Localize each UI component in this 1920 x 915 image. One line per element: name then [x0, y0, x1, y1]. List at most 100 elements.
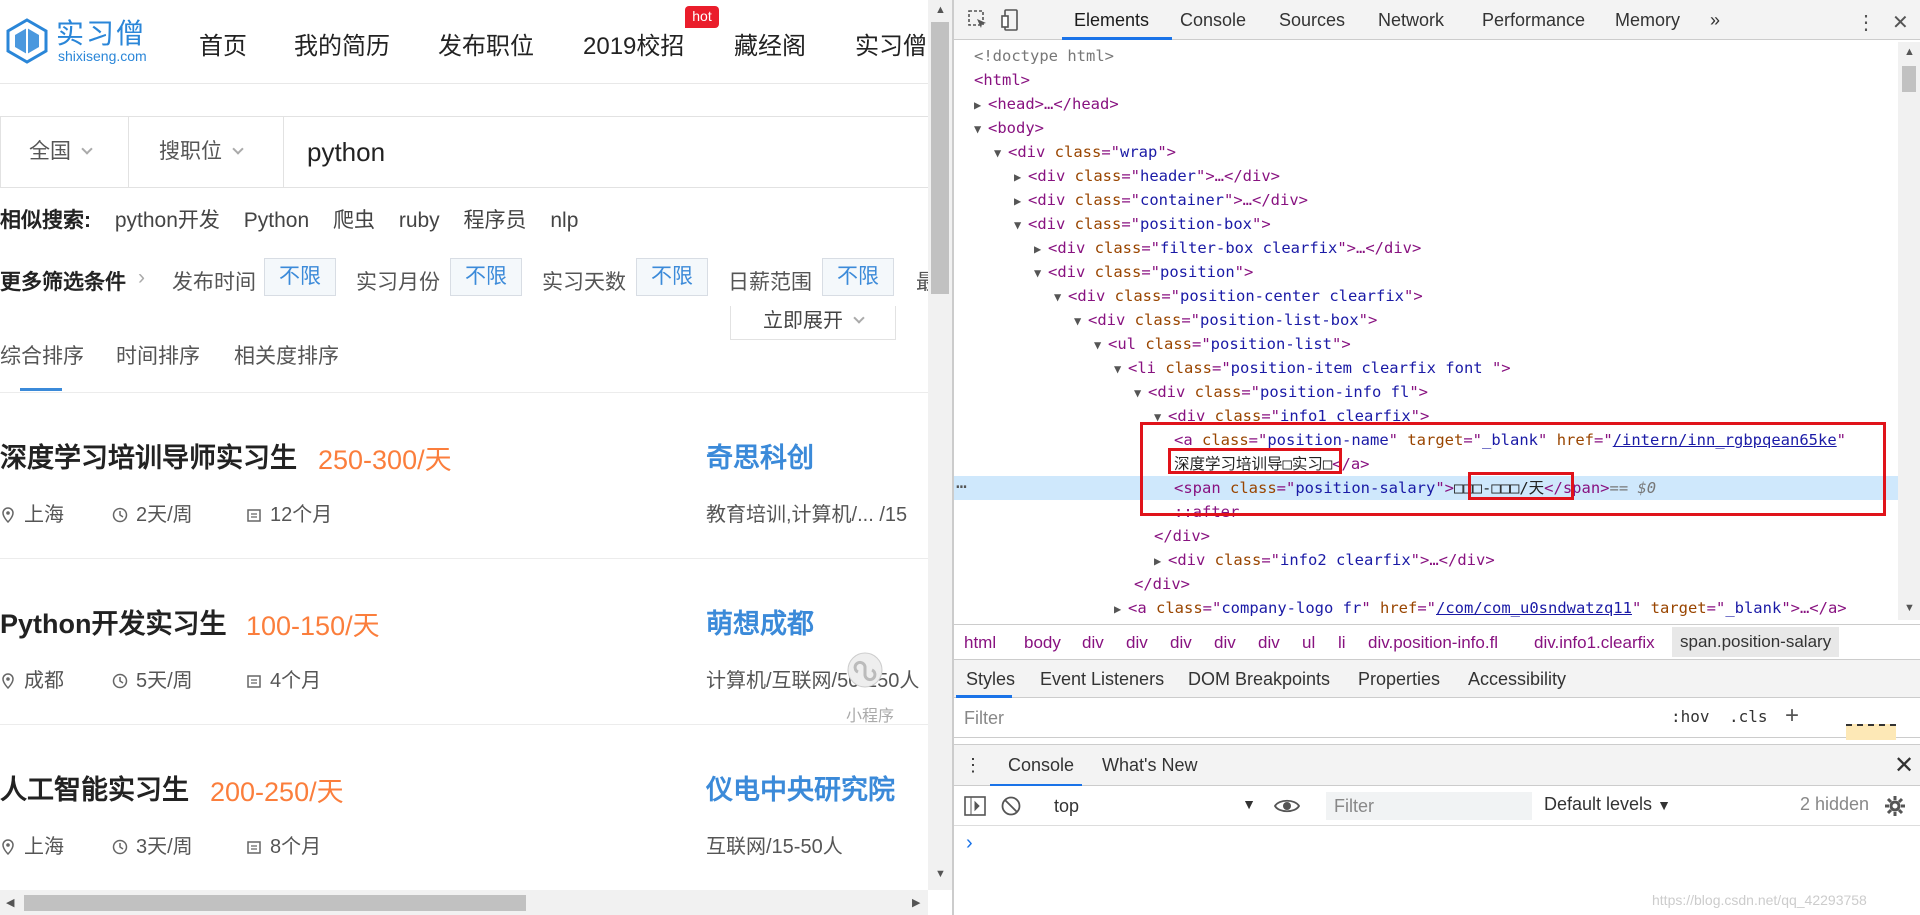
- kebab-menu-icon[interactable]: ⋮: [1856, 10, 1876, 35]
- console-filter-input[interactable]: Filter: [1326, 792, 1532, 820]
- vertical-scrollbar[interactable]: ▲ ▼: [928, 0, 952, 890]
- dom-line[interactable]: ▶ <div class="container">…</div>: [954, 188, 1898, 212]
- device-toolbar-icon[interactable]: [1000, 8, 1024, 32]
- href-link[interactable]: /com/com_u0sndwatzq11: [1436, 599, 1632, 617]
- breadcrumb-item[interactable]: li: [1338, 633, 1346, 653]
- logo-text[interactable]: 实习僧: [56, 12, 146, 52]
- scroll-down-icon[interactable]: ▼: [1904, 602, 1915, 614]
- similar-item[interactable]: 程序员: [464, 209, 527, 232]
- expand-arrow-icon[interactable]: ▶: [1154, 549, 1168, 573]
- expand-arrow-icon[interactable]: ▶: [1034, 237, 1048, 261]
- tab-properties[interactable]: Properties: [1358, 669, 1440, 690]
- type-select[interactable]: 搜职位: [159, 117, 244, 187]
- collapse-arrow-icon[interactable]: ▼: [1034, 261, 1048, 285]
- collapse-arrow-icon[interactable]: ▼: [1054, 285, 1068, 309]
- dom-scrollbar[interactable]: ▲ ▼: [1898, 42, 1920, 620]
- job-card[interactable]: Python开发实习生 100-150/天 萌想成都 成都 5天/周 4个月 计…: [0, 568, 928, 734]
- sidebar-toggle-icon[interactable]: [964, 796, 986, 816]
- tab-console[interactable]: Console: [1180, 10, 1246, 31]
- breadcrumb-item[interactable]: div: [1214, 633, 1236, 653]
- dom-line[interactable]: <html>: [954, 68, 1898, 92]
- hov-toggle[interactable]: :hov: [1671, 707, 1710, 726]
- sort-tab[interactable]: 综合排序: [0, 340, 84, 370]
- scroll-right-icon[interactable]: ▶: [912, 896, 920, 909]
- job-title[interactable]: Python开发实习生: [0, 602, 227, 641]
- scroll-up-icon[interactable]: ▲: [935, 4, 946, 16]
- nav-home[interactable]: 首页: [199, 26, 247, 61]
- tab-whats-new[interactable]: What's New: [1102, 755, 1197, 776]
- cls-toggle[interactable]: .cls: [1729, 707, 1768, 726]
- breadcrumb-item[interactable]: div.position-info.fl: [1368, 633, 1498, 653]
- filter-value[interactable]: 不限: [264, 258, 336, 296]
- breadcrumb-item[interactable]: body: [1024, 633, 1061, 653]
- breadcrumb-item[interactable]: div: [1126, 633, 1148, 653]
- tab-network[interactable]: Network: [1378, 10, 1444, 31]
- dom-line[interactable]: ▼ <div class="position-center clearfix">: [954, 284, 1898, 308]
- tab-styles[interactable]: Styles: [966, 669, 1015, 690]
- scroll-up-icon[interactable]: ▲: [1904, 46, 1915, 58]
- tab-performance[interactable]: Performance: [1482, 10, 1585, 31]
- more-tabs-icon[interactable]: »: [1710, 10, 1720, 31]
- job-title[interactable]: 深度学习培训导师实习生: [0, 436, 297, 475]
- gear-icon[interactable]: [1884, 795, 1906, 817]
- similar-item[interactable]: 爬虫: [333, 209, 375, 232]
- dom-line[interactable]: ▶ <div class="filter-box clearfix">…</div…: [954, 236, 1898, 260]
- inspect-icon[interactable]: [966, 8, 990, 32]
- scroll-thumb[interactable]: [24, 895, 526, 911]
- collapse-arrow-icon[interactable]: ▼: [1014, 213, 1028, 237]
- search-input[interactable]: python: [307, 117, 385, 187]
- expand-arrow-icon[interactable]: ▶: [1014, 165, 1028, 189]
- similar-item[interactable]: Python: [244, 209, 309, 232]
- collapse-arrow-icon[interactable]: ▼: [1094, 333, 1108, 357]
- log-levels-select[interactable]: Default levels ▼: [1544, 794, 1671, 815]
- styles-filter-input[interactable]: Filter: [964, 708, 1004, 729]
- job-card[interactable]: 深度学习培训导师实习生 250-300/天 奇思科创 上海 2天/周 12个月 …: [0, 402, 928, 568]
- expand-arrow-icon[interactable]: ▶: [1114, 597, 1128, 620]
- scroll-thumb[interactable]: [1902, 66, 1916, 92]
- scroll-down-icon[interactable]: ▼: [935, 868, 946, 880]
- collapse-arrow-icon[interactable]: ▼: [994, 141, 1008, 165]
- company-name[interactable]: 萌想成都: [706, 602, 814, 641]
- dom-line[interactable]: ▼ <div class="wrap">: [954, 140, 1898, 164]
- nav-post-job[interactable]: 发布职位: [438, 26, 534, 61]
- nav-library[interactable]: 藏经阁: [734, 26, 806, 61]
- eye-icon[interactable]: [1274, 796, 1300, 816]
- dom-line[interactable]: ▼ <div class="position">: [954, 260, 1898, 284]
- tab-dom-breakpoints[interactable]: DOM Breakpoints: [1188, 669, 1330, 690]
- nav-shixiseng[interactable]: 实习僧: [855, 26, 927, 61]
- job-title[interactable]: 人工智能实习生: [0, 768, 189, 807]
- similar-item[interactable]: ruby: [399, 209, 440, 232]
- similar-item[interactable]: nlp: [550, 209, 578, 232]
- dom-line[interactable]: <!doctype html>: [954, 44, 1898, 68]
- company-name[interactable]: 奇思科创: [706, 436, 814, 475]
- dom-line[interactable]: ▼ <li class="position-item clearfix font …: [954, 356, 1898, 380]
- new-rule-icon[interactable]: +: [1785, 702, 1799, 730]
- dom-line[interactable]: ▼ <div class="position-box">: [954, 212, 1898, 236]
- dom-line[interactable]: ▶ <head>…</head>: [954, 92, 1898, 116]
- scroll-left-icon[interactable]: ◀: [6, 896, 14, 909]
- expand-arrow-icon[interactable]: ▶: [1014, 189, 1028, 213]
- region-select[interactable]: 全国: [29, 117, 93, 187]
- tab-elements[interactable]: Elements: [1074, 10, 1149, 31]
- horizontal-scrollbar[interactable]: ◀ ▶: [0, 890, 928, 915]
- nav-resume[interactable]: 我的简历: [294, 26, 390, 61]
- dom-line[interactable]: ▶ <div class="info2 clearfix">…</div>: [954, 548, 1898, 572]
- job-card[interactable]: 人工智能实习生 200-250/天 仪电中央研究院 上海 3天/周 8个月 互联…: [0, 734, 928, 890]
- breadcrumb-item[interactable]: div: [1258, 633, 1280, 653]
- sort-tab[interactable]: 相关度排序: [234, 340, 339, 370]
- dom-line[interactable]: ▼ <body>: [954, 116, 1898, 140]
- collapse-arrow-icon[interactable]: ▼: [1074, 309, 1088, 333]
- dom-line[interactable]: </div>: [954, 572, 1898, 596]
- dom-line[interactable]: </div>: [954, 524, 1898, 548]
- tab-sources[interactable]: Sources: [1279, 10, 1345, 31]
- tab-drawer-console[interactable]: Console: [1008, 755, 1074, 776]
- console-prompt[interactable]: ›: [966, 832, 973, 855]
- filter-value[interactable]: 不限: [822, 258, 894, 296]
- ellipsis-icon[interactable]: …: [956, 472, 967, 493]
- clear-console-icon[interactable]: [1000, 795, 1022, 817]
- company-name[interactable]: 仪电中央研究院: [706, 768, 895, 807]
- sort-tab[interactable]: 时间排序: [116, 340, 200, 370]
- scroll-thumb[interactable]: [931, 22, 949, 294]
- breadcrumb-item[interactable]: div.info1.clearfix: [1534, 633, 1655, 653]
- dom-line[interactable]: ▼ <div class="position-info fl">: [954, 380, 1898, 404]
